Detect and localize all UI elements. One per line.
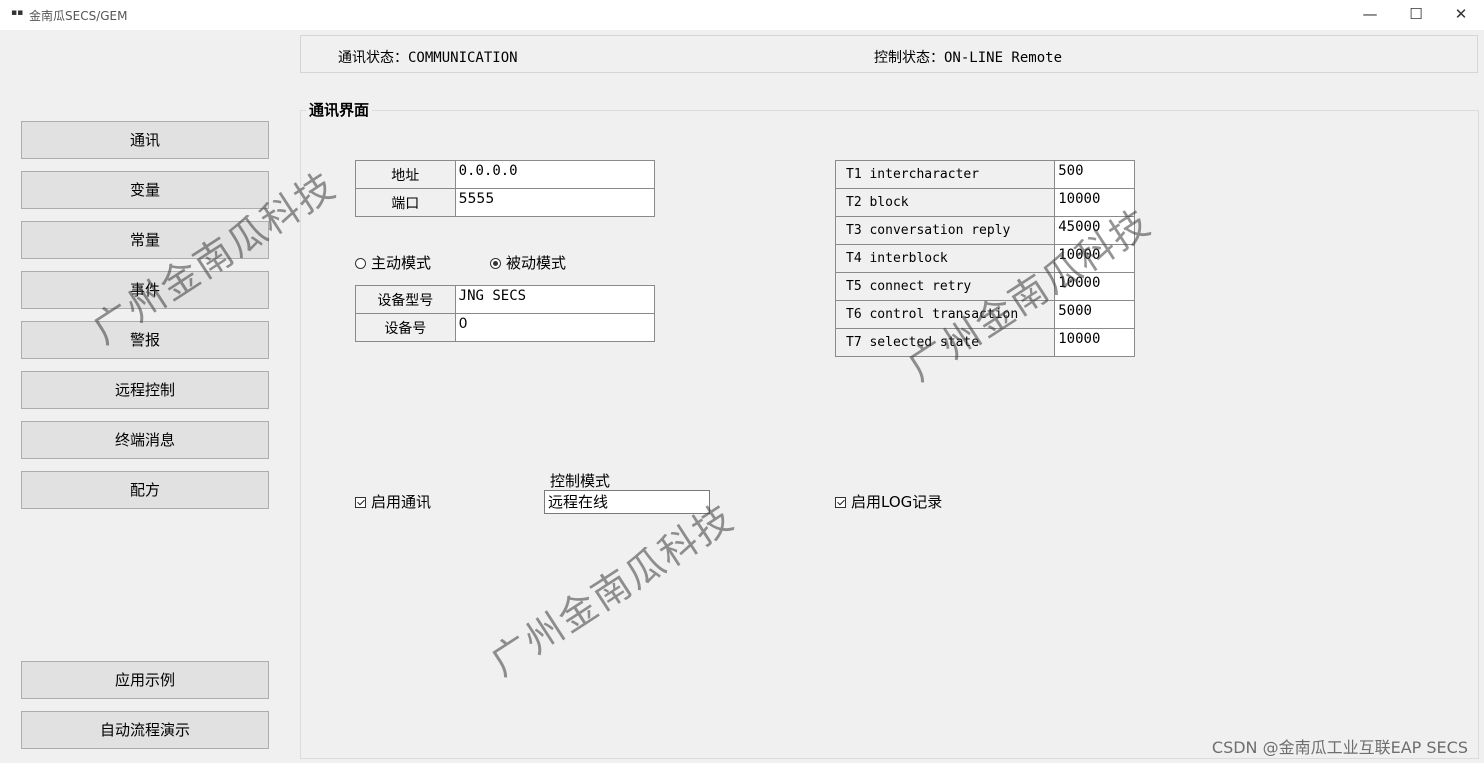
timer-value-field[interactable]: 10000 <box>1054 244 1135 273</box>
control-mode-label: 控制模式 <box>550 472 611 490</box>
device-id-label: 设备号 <box>355 313 456 342</box>
nav-variables-button[interactable]: 变量 <box>21 171 269 209</box>
control-status: 控制状态：ON-LINE Remote <box>874 47 1062 67</box>
passive-mode-radio[interactable]: 被动模式 <box>490 252 566 273</box>
device-id-field[interactable]: 0 <box>454 313 656 342</box>
device-model-field[interactable]: JNG SECS <box>454 285 656 314</box>
enable-communication-checkbox[interactable]: 启用通讯 <box>355 491 431 512</box>
minimize-button[interactable]: — <box>1347 0 1393 30</box>
timer-value-field[interactable]: 10000 <box>1054 328 1135 357</box>
nav-communication-button[interactable]: 通讯 <box>21 121 269 159</box>
timer-label: T3 conversation reply <box>834 216 1056 245</box>
nav-remote-control-button[interactable]: 远程控制 <box>21 371 269 409</box>
timer-value-field[interactable]: 500 <box>1054 160 1135 189</box>
table-row: T3 conversation reply 45000 <box>834 216 1135 245</box>
table-row: T2 block 10000 <box>834 188 1135 217</box>
comm-status-value: COMMUNICATION <box>408 50 518 66</box>
port-field[interactable]: 5555 <box>454 188 656 217</box>
timers-table: T1 intercharacter 500 T2 block 10000 T3 … <box>834 160 1135 357</box>
nav-terminal-message-button[interactable]: 终端消息 <box>21 421 269 459</box>
passive-mode-label: 被动模式 <box>506 254 567 272</box>
timer-label: T2 block <box>834 188 1056 217</box>
checkbox-checked-icon <box>835 497 846 508</box>
nav-alarms-button[interactable]: 警报 <box>21 321 269 359</box>
app-icon: ▪▪ <box>11 8 24 18</box>
enable-communication-label: 启用通讯 <box>371 493 432 511</box>
timer-label: T7 selected state <box>834 328 1056 357</box>
control-mode-select[interactable]: 远程在线 <box>544 490 710 514</box>
window-title: 金南瓜SECS/GEM <box>29 9 128 23</box>
maximize-button[interactable]: ☐ <box>1393 0 1439 30</box>
timer-value-field[interactable]: 45000 <box>1054 216 1135 245</box>
table-row: T6 control transaction 5000 <box>834 300 1135 329</box>
nav-constants-button[interactable]: 常量 <box>21 221 269 259</box>
control-status-label: 控制状态： <box>874 50 944 66</box>
device-table: 设备型号 JNG SECS 设备号 0 <box>355 285 656 342</box>
timer-label: T1 intercharacter <box>834 160 1056 189</box>
comm-status-label: 通讯状态： <box>338 50 408 66</box>
device-model-label: 设备型号 <box>355 285 456 314</box>
timer-label: T6 control transaction <box>834 300 1056 329</box>
csdn-credit: CSDN @金南瓜工业互联EAP SECS <box>1211 738 1468 757</box>
status-bar: 通讯状态：COMMUNICATION 控制状态：ON-LINE Remote <box>300 35 1478 73</box>
address-table: 地址 0.0.0.0 端口 5555 <box>355 160 656 217</box>
panel-title: 通讯界面 <box>306 99 373 120</box>
timer-value-field[interactable]: 10000 <box>1054 188 1135 217</box>
active-mode-label: 主动模式 <box>371 254 432 272</box>
close-button[interactable]: ✕ <box>1438 0 1484 30</box>
timer-label: T5 connect retry <box>834 272 1056 301</box>
checkbox-checked-icon <box>355 497 366 508</box>
control-status-value: ON-LINE Remote <box>944 50 1063 66</box>
nav-events-button[interactable]: 事件 <box>21 271 269 309</box>
timer-value-field[interactable]: 5000 <box>1054 300 1135 329</box>
table-row: T4 interblock 10000 <box>834 244 1135 273</box>
nav-examples-button[interactable]: 应用示例 <box>21 661 269 699</box>
enable-log-label: 启用LOG记录 <box>851 493 943 511</box>
title-bar: ▪▪ 金南瓜SECS/GEM — ☐ ✕ <box>0 0 1484 30</box>
nav-auto-flow-demo-button[interactable]: 自动流程演示 <box>21 711 269 749</box>
radio-circle <box>355 258 366 269</box>
address-label: 地址 <box>355 160 456 189</box>
timer-label: T4 interblock <box>834 244 1056 273</box>
table-row: T7 selected state 10000 <box>834 328 1135 357</box>
table-row: T1 intercharacter 500 <box>834 160 1135 189</box>
radio-circle-selected <box>490 258 501 269</box>
port-label: 端口 <box>355 188 456 217</box>
nav-recipe-button[interactable]: 配方 <box>21 471 269 509</box>
enable-log-checkbox[interactable]: 启用LOG记录 <box>835 491 942 512</box>
comm-status: 通讯状态：COMMUNICATION <box>338 47 518 67</box>
active-mode-radio[interactable]: 主动模式 <box>355 252 431 273</box>
table-row: T5 connect retry 10000 <box>834 272 1135 301</box>
address-field[interactable]: 0.0.0.0 <box>454 160 656 189</box>
timer-value-field[interactable]: 10000 <box>1054 272 1135 301</box>
